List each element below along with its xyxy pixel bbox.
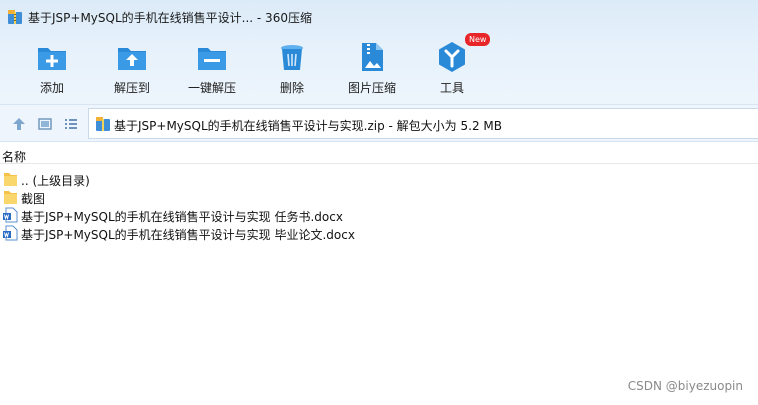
image-compress-icon bbox=[362, 43, 383, 71]
file-name: 基于JSP+MySQL的手机在线销售平设计与实现 任务书.docx bbox=[21, 210, 343, 224]
archive-path: 基于JSP+MySQL的手机在线销售平设计与实现.zip - 解包大小为 5.2… bbox=[114, 119, 502, 133]
folder-icon bbox=[4, 173, 17, 186]
list-view-icon[interactable] bbox=[63, 116, 79, 132]
delete-button[interactable]: 删除 bbox=[252, 34, 332, 100]
tools-icon bbox=[439, 42, 465, 72]
thumbnail-view-icon[interactable] bbox=[37, 116, 53, 132]
extract-to-label: 解压到 bbox=[113, 81, 150, 95]
word-doc-icon bbox=[3, 225, 18, 241]
one-click-extract-icon bbox=[198, 48, 226, 70]
title-bar: 基于JSP+MySQL的手机在线销售平设计... - 360压缩 bbox=[0, 0, 758, 34]
extract-to-icon bbox=[118, 48, 146, 70]
header-area: 基于JSP+MySQL的手机在线销售平设计... - 360压缩 添加 解压到 … bbox=[0, 0, 758, 104]
word-doc-icon bbox=[3, 207, 18, 223]
trash-icon bbox=[281, 45, 303, 70]
up-arrow-icon[interactable] bbox=[11, 116, 27, 132]
list-item-parent-dir[interactable]: .. (上级目录) bbox=[0, 170, 758, 188]
file-name: .. (上级目录) bbox=[21, 174, 90, 188]
archive-window: 基于JSP+MySQL的手机在线销售平设计... - 360压缩 添加 解压到 … bbox=[0, 0, 758, 405]
navigation-bar: 基于JSP+MySQL的手机在线销售平设计与实现.zip - 解包大小为 5.2… bbox=[0, 104, 758, 142]
zip-app-icon bbox=[8, 10, 22, 24]
file-list: 名称 .. (上级目录) 截图 基于JSP+MySQL的手机在线销售平设计与实现… bbox=[0, 142, 758, 405]
name-column-header[interactable]: 名称 bbox=[2, 148, 26, 165]
window-title: 基于JSP+MySQL的手机在线销售平设计... - 360压缩 bbox=[28, 11, 312, 25]
file-name: 截图 bbox=[21, 192, 46, 206]
list-item-docx[interactable]: 基于JSP+MySQL的手机在线销售平设计与实现 任务书.docx bbox=[0, 206, 758, 224]
add-label: 添加 bbox=[39, 81, 64, 95]
list-item-folder[interactable]: 截图 bbox=[0, 188, 758, 206]
image-compress-button[interactable]: 图片压缩 bbox=[332, 34, 412, 100]
watermark: CSDN @biyezuopin bbox=[627, 379, 743, 393]
toolbar: 添加 解压到 一键解压 删除 图片压缩 New 工具 bbox=[0, 33, 758, 102]
file-name: 基于JSP+MySQL的手机在线销售平设计与实现 毕业论文.docx bbox=[21, 228, 355, 242]
one-click-extract-button[interactable]: 一键解压 bbox=[172, 34, 252, 100]
column-header-row: 名称 bbox=[0, 142, 758, 164]
tools-button[interactable]: New 工具 bbox=[412, 33, 492, 100]
extract-to-button[interactable]: 解压到 bbox=[92, 34, 172, 100]
address-bar[interactable]: 基于JSP+MySQL的手机在线销售平设计与实现.zip - 解包大小为 5.2… bbox=[88, 108, 758, 139]
list-item-docx[interactable]: 基于JSP+MySQL的手机在线销售平设计与实现 毕业论文.docx bbox=[0, 224, 758, 242]
add-icon bbox=[38, 48, 66, 70]
image-compress-label: 图片压缩 bbox=[347, 81, 396, 95]
tools-label: 工具 bbox=[439, 81, 464, 95]
one-click-extract-label: 一键解压 bbox=[187, 81, 236, 95]
new-badge: New bbox=[465, 33, 491, 46]
delete-label: 删除 bbox=[279, 81, 304, 95]
folder-icon bbox=[4, 191, 17, 204]
zip-file-icon bbox=[96, 117, 110, 131]
add-button[interactable]: 添加 bbox=[12, 34, 92, 100]
